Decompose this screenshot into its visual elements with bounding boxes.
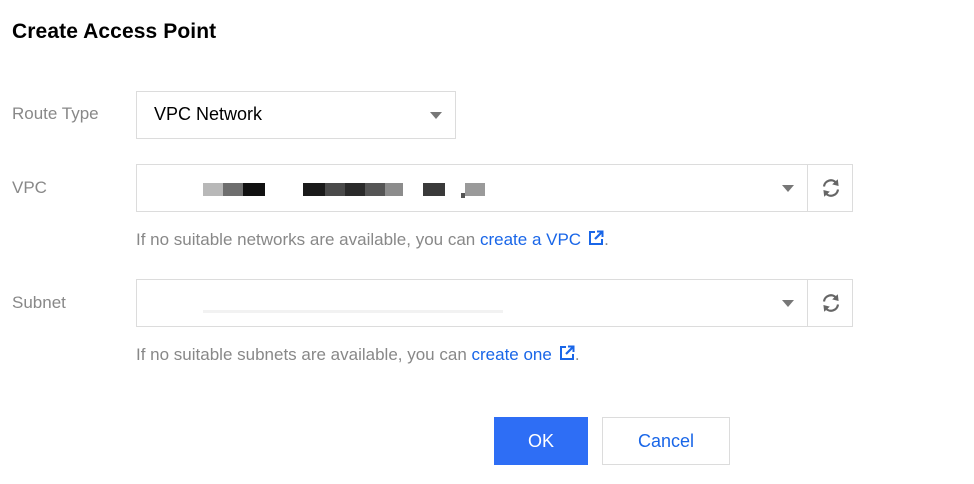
external-link-icon	[589, 230, 604, 245]
create-access-point-dialog: Create Access Point Route Type VPC Netwo…	[0, 0, 974, 484]
subnet-select[interactable]	[136, 279, 808, 327]
subnet-value-redacted	[203, 310, 503, 313]
refresh-icon	[822, 294, 840, 312]
vpc-select[interactable]	[136, 164, 808, 212]
create-vpc-link[interactable]: create a VPC	[480, 230, 604, 249]
subnet-refresh-button[interactable]	[807, 279, 853, 327]
route-type-label: Route Type	[12, 104, 99, 123]
vpc-label: VPC	[12, 178, 47, 197]
chevron-down-icon	[430, 112, 442, 119]
chevron-down-icon	[782, 185, 794, 192]
external-link-icon	[559, 345, 575, 360]
ok-button[interactable]: OK	[494, 417, 588, 465]
refresh-icon	[822, 179, 840, 197]
subnet-label: Subnet	[12, 293, 66, 312]
dialog-title: Create Access Point	[12, 20, 217, 43]
create-subnet-link[interactable]: create one	[472, 345, 575, 364]
vpc-hint: If no suitable networks are available, y…	[136, 230, 609, 249]
subnet-hint: If no suitable subnets are available, yo…	[136, 345, 580, 364]
chevron-down-icon	[782, 300, 794, 307]
route-type-select[interactable]: VPC Network	[136, 91, 456, 139]
cancel-button[interactable]: Cancel	[602, 417, 730, 465]
vpc-refresh-button[interactable]	[807, 164, 853, 212]
route-type-value: VPC Network	[154, 104, 263, 124]
